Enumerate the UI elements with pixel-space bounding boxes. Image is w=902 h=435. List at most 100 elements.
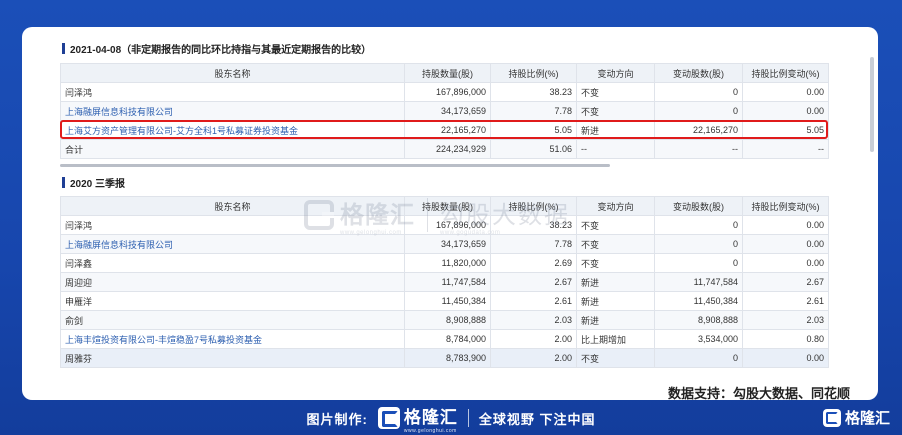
direction-cell: 不变 — [576, 348, 655, 368]
shareholder-link[interactable]: 上海艾方资产管理有限公司-艾方全科1号私募证券投资基金 — [60, 120, 405, 140]
data-card: 2021-04-08（非定期报告的同比环比持指与其最近定期报告的比较） 股东名称… — [22, 27, 878, 400]
shareholder-name: 闫泽鑫 — [60, 253, 405, 273]
shares-cell: 11,450,384 — [404, 291, 491, 311]
ratio-change-cell: 2.61 — [742, 291, 829, 311]
change-cell: 0 — [654, 82, 743, 102]
footer-divider — [467, 409, 469, 427]
ratio-change-cell: 2.03 — [742, 310, 829, 330]
table-total-row: 合计 224,234,929 51.06 -- -- -- — [60, 139, 829, 159]
direction-cell: -- — [576, 139, 655, 159]
corner-logo: 格隆汇 — [822, 407, 890, 428]
ratio-cell: 2.67 — [490, 272, 577, 292]
gelonghui-logo-icon — [304, 200, 334, 230]
gelonghui-logo-icon — [377, 407, 400, 429]
change-cell: 0 — [654, 253, 743, 273]
shares-cell: 11,820,000 — [404, 253, 491, 273]
vertical-scrollbar[interactable] — [870, 57, 874, 152]
direction-cell: 比上期增加 — [576, 329, 655, 349]
ratio-change-cell: 0.00 — [742, 348, 829, 368]
shareholder-name: 周雅芬 — [60, 348, 405, 368]
section-title-text: 2020 三季报 — [70, 178, 126, 190]
col-header[interactable]: 持股比例变动(%) — [742, 196, 829, 216]
section-bar — [62, 176, 65, 188]
ratio-cell: 2.69 — [490, 253, 577, 273]
ratio-cell: 2.03 — [490, 310, 577, 330]
table-row: 申雁洋 11,450,384 2.61 新进 11,450,384 2.61 — [60, 291, 829, 311]
ratio-cell: 2.00 — [490, 329, 577, 349]
shares-cell: 8,908,888 — [404, 310, 491, 330]
col-header[interactable]: 股东名称 — [60, 63, 405, 83]
ratio-change-cell: -- — [742, 139, 829, 159]
ratio-cell: 2.00 — [490, 348, 577, 368]
ratio-change-cell: 0.00 — [742, 253, 829, 273]
ratio-change-cell: 0.00 — [742, 215, 829, 235]
footer-slogan: 全球视野 下注中国 — [478, 411, 596, 427]
data-support-text: 数据支持：勾股大数据、同花顺 — [667, 386, 850, 400]
direction-cell: 不变 — [576, 253, 655, 273]
watermark-brand2: 勾股大数据 — [440, 201, 570, 229]
watermark-brand: 格隆汇 — [340, 201, 415, 229]
table-row: 上海融屏信息科技有限公司 34,173,659 7.78 不变 0 0.00 — [60, 101, 829, 121]
watermark-brand-url: www.gelonghui.com — [340, 229, 402, 236]
col-header[interactable]: 持股数量(股) — [404, 63, 491, 83]
watermark-brand2-block: 勾股大数据 www.gogudata.com — [440, 195, 570, 236]
table-row-highlighted: 上海艾方资产管理有限公司-艾方全科1号私募证券投资基金 22,165,270 5… — [60, 120, 829, 140]
ratio-change-cell: 0.00 — [742, 82, 829, 102]
ratio-change-cell: 5.05 — [742, 120, 829, 140]
footer-bar: 图片制作: 格隆汇 www.gelonghui.com 全球视野 下注中国 — [0, 405, 902, 434]
ratio-change-cell: 0.00 — [742, 101, 829, 121]
ratio-cell: 7.78 — [490, 101, 577, 121]
ratio-change-cell: 2.67 — [742, 272, 829, 292]
ratio-change-cell: 0.80 — [742, 329, 829, 349]
shares-cell: 8,783,900 — [404, 348, 491, 368]
shareholder-link[interactable]: 上海丰煊投资有限公司-丰煊稳盈7号私募投资基金 — [60, 329, 405, 349]
change-cell: 0 — [654, 348, 743, 368]
col-header[interactable]: 持股比例(%) — [490, 63, 577, 83]
col-header[interactable]: 变动股数(股) — [654, 196, 743, 216]
watermark-brand-block: 格隆汇 www.gelonghui.com — [340, 195, 415, 236]
shareholder-link[interactable]: 上海融屏信息科技有限公司 — [60, 101, 405, 121]
change-cell: 0 — [654, 101, 743, 121]
table-row-hovered: 周雅芬 8,783,900 2.00 不变 0 0.00 — [60, 348, 829, 368]
ratio-cell: 38.23 — [490, 82, 577, 102]
watermark: 格隆汇 www.gelonghui.com 勾股大数据 www.gogudata… — [304, 187, 604, 243]
shareholder-name: 俞剑 — [60, 310, 405, 330]
footer-brand-url: www.gelonghui.com — [403, 427, 457, 434]
direction-cell: 新进 — [576, 272, 655, 292]
section-title-1: 2021-04-08（非定期报告的同比环比持指与其最近定期报告的比较） — [62, 41, 371, 56]
shares-cell: 224,234,929 — [404, 139, 491, 159]
col-header[interactable]: 变动方向 — [576, 63, 655, 83]
ratio-change-cell: 0.00 — [742, 234, 829, 254]
change-cell: -- — [654, 139, 743, 159]
direction-cell: 新进 — [576, 310, 655, 330]
table-row: 闫泽鸿 167,896,000 38.23 不变 0 0.00 — [60, 82, 829, 102]
shares-cell: 11,747,584 — [404, 272, 491, 292]
shareholder-name: 闫泽鸿 — [60, 82, 405, 102]
section-bar — [62, 42, 65, 54]
col-header[interactable]: 持股比例变动(%) — [742, 63, 829, 83]
col-header[interactable]: 变动股数(股) — [654, 63, 743, 83]
horizontal-scrollbar[interactable] — [60, 164, 610, 167]
shares-cell: 22,165,270 — [404, 120, 491, 140]
change-cell: 8,908,888 — [654, 310, 743, 330]
direction-cell: 不变 — [576, 101, 655, 121]
gelonghui-logo-icon — [822, 408, 841, 427]
direction-cell: 新进 — [576, 120, 655, 140]
change-cell: 11,450,384 — [654, 291, 743, 311]
direction-cell: 不变 — [576, 82, 655, 102]
table-row: 上海丰煊投资有限公司-丰煊稳盈7号私募投资基金 8,784,000 2.00 比… — [60, 329, 829, 349]
shareholder-name: 周迎迎 — [60, 272, 405, 292]
table-row: 闫泽鑫 11,820,000 2.69 不变 0 0.00 — [60, 253, 829, 273]
change-cell: 0 — [654, 234, 743, 254]
change-cell: 22,165,270 — [654, 120, 743, 140]
shareholder-table-1: 股东名称 持股数量(股) 持股比例(%) 变动方向 变动股数(股) 持股比例变动… — [60, 63, 829, 159]
table-header-row: 股东名称 持股数量(股) 持股比例(%) 变动方向 变动股数(股) 持股比例变动… — [60, 63, 829, 83]
change-cell: 11,747,584 — [654, 272, 743, 292]
ratio-cell: 5.05 — [490, 120, 577, 140]
footer-brand: 格隆汇 — [403, 407, 458, 427]
corner-brand: 格隆汇 — [844, 410, 890, 427]
table-row: 俞剑 8,908,888 2.03 新进 8,908,888 2.03 — [60, 310, 829, 330]
shares-cell: 167,896,000 — [404, 82, 491, 102]
change-cell: 3,534,000 — [654, 329, 743, 349]
ratio-cell: 51.06 — [490, 139, 577, 159]
